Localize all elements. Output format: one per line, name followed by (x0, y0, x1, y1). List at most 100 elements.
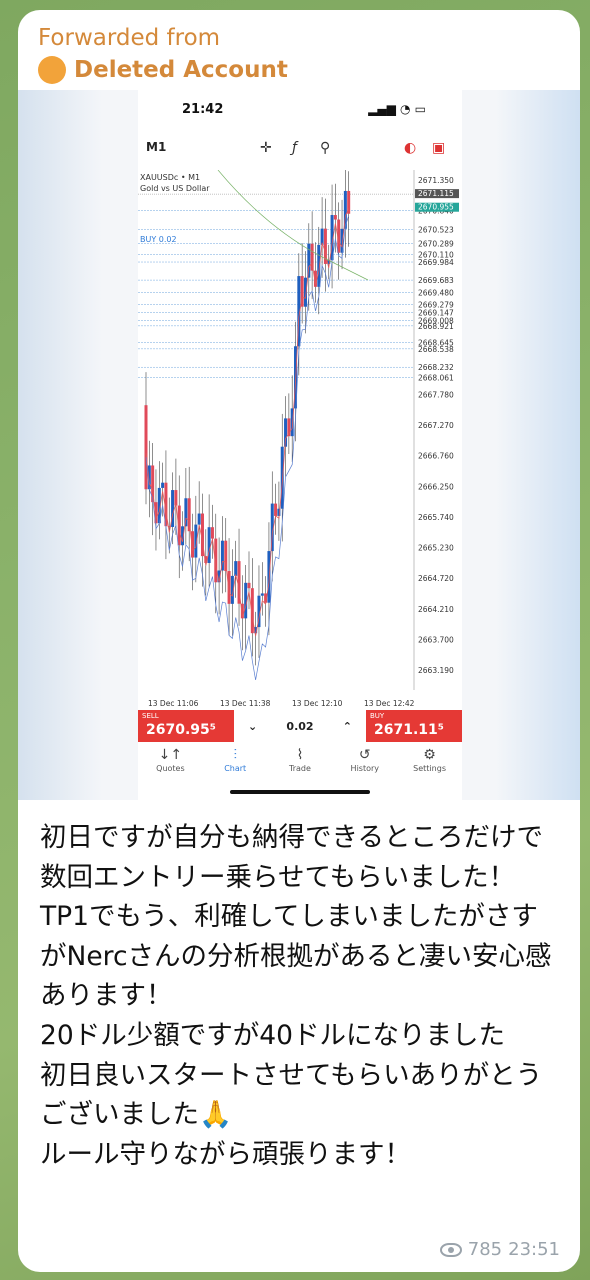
sell-price: 2670.95⁵ (146, 722, 216, 738)
price-tick-label: 2667.780 (418, 390, 454, 399)
candle-body (310, 243, 314, 271)
crosshair-icon: ✛ (260, 140, 272, 156)
buy-label: BUY (370, 712, 385, 720)
lot-decrease-icon[interactable]: ⌄ (248, 720, 257, 733)
message-time: 23:51 (508, 1239, 560, 1260)
sell-label: SELL (142, 712, 159, 720)
price-tick-label: 2666.250 (418, 482, 454, 491)
buy-order-label: BUY 0.02 (140, 235, 177, 244)
candle-body (227, 571, 231, 604)
candle-body (161, 482, 165, 488)
tab-quotes[interactable]: ↓↑ Quotes (138, 746, 202, 786)
time-tick-label: 13 Dec 11:38 (220, 699, 271, 708)
price-tick-label: 2663.700 (418, 635, 454, 644)
tab-label: Chart (224, 764, 247, 773)
signal-wifi-battery-icon: ▂▄▆ ◔ ▭ (368, 102, 426, 116)
phone-screen: 21:42 ▂▄▆ ◔ ▭ M1 ✛ ƒ ⚲ ◐ ▣ XAUUSDc • M1 … (138, 90, 462, 800)
price-tick-label: 2668.061 (418, 374, 454, 383)
trade-tab-icon: ⌇ (296, 747, 304, 763)
candle-body (274, 503, 278, 516)
color-icon: ◐ (404, 140, 417, 156)
price-tick-label: 2670.289 (418, 240, 454, 249)
forwarded-label: Forwarded from (38, 25, 221, 51)
price-tick-label: 2670.523 (418, 226, 454, 235)
price-tick-label: 2669.984 (418, 258, 454, 267)
candle-body (174, 490, 178, 506)
candle-body (247, 582, 251, 589)
price-tick-label: 2665.740 (418, 513, 454, 522)
avatar-icon (38, 56, 66, 84)
screenshot-image[interactable]: 21:42 ▂▄▆ ◔ ▭ M1 ✛ ƒ ⚲ ◐ ▣ XAUUSDc • M1 … (18, 90, 580, 800)
sell-button[interactable]: SELL 2670.95⁵ (138, 710, 234, 742)
price-chart: XAUUSDc • M1 Gold vs US Dollar BUY 0.02 … (138, 170, 462, 790)
forwarded-account[interactable]: Deleted Account (38, 54, 288, 86)
objects-icon: ⚲ (320, 140, 331, 156)
candle-body (224, 540, 228, 572)
tab-label: History (350, 764, 380, 773)
candlestick-plot: BUY 0.02 2671.3502670.8402670.5232670.28… (138, 170, 459, 708)
time-tick-label: 13 Dec 12:42 (364, 699, 415, 708)
indicator-icon: ƒ (292, 140, 297, 156)
ask-tag-label: 2670.955 (418, 203, 454, 212)
status-time: 21:42 (182, 102, 224, 117)
settings-icon: ⚙ (423, 747, 436, 763)
time-tick-label: 13 Dec 12:10 (292, 699, 343, 708)
candle-body (197, 513, 201, 525)
candle-body (234, 561, 238, 576)
price-tick-label: 2665.230 (418, 544, 454, 553)
candle-body (207, 527, 211, 563)
ma-red-line (145, 208, 350, 637)
lot-stepper[interactable]: ⌄ 0.02 ⌃ (234, 710, 366, 742)
price-tick-label: 2666.760 (418, 452, 454, 461)
forwarded-header[interactable]: Forwarded from Deleted Account (38, 22, 288, 86)
buy-price: 2671.11⁵ (374, 722, 444, 738)
time-tick-label: 13 Dec 11:06 (148, 699, 199, 708)
candle-body (280, 446, 284, 509)
tab-history[interactable]: ↺ History (333, 746, 397, 786)
tab-label: Quotes (156, 764, 185, 773)
price-tick-label: 2668.921 (418, 322, 454, 331)
message-meta: 785 23:51 (439, 1239, 560, 1260)
price-tick-label: 2664.210 (418, 605, 454, 614)
account-name: Deleted Account (74, 57, 288, 83)
lot-value: 0.02 (286, 719, 314, 733)
price-tick-label: 2663.190 (418, 666, 454, 675)
tab-trade[interactable]: ⌇ Trade (268, 746, 332, 786)
trade-panel: SELL 2670.95⁵ ⌄ 0.02 ⌃ BUY 2671.11⁵ (138, 710, 462, 742)
tab-label: Settings (413, 764, 446, 773)
candle-body (333, 215, 337, 220)
trade-icon: ▣ (432, 140, 446, 156)
home-indicator (230, 790, 370, 794)
status-bar: 21:42 ▂▄▆ ◔ ▭ (138, 102, 462, 126)
price-tick-label: 2669.480 (418, 288, 454, 297)
price-tick-label: 2671.350 (418, 176, 454, 185)
candle-body (187, 498, 191, 532)
price-tick-label: 2664.720 (418, 574, 454, 583)
price-tick-label: 2668.232 (418, 363, 454, 372)
candle-body (144, 405, 148, 490)
lot-increase-icon[interactable]: ⌃ (343, 720, 352, 733)
bid-tag-label: 2671.115 (418, 189, 454, 198)
views-icon (439, 1242, 462, 1257)
view-count: 785 (467, 1239, 503, 1260)
tab-settings[interactable]: ⚙ Settings (398, 746, 462, 786)
candle-body (210, 527, 214, 539)
quotes-icon: ↓↑ (158, 747, 183, 763)
price-tick-label: 2667.270 (418, 421, 454, 430)
chart-toolbar: M1 ✛ ƒ ⚲ ◐ ▣ (138, 140, 462, 168)
candle-body (260, 593, 264, 596)
chart-icon: ⫶ (233, 747, 237, 763)
tab-label: Trade (289, 764, 311, 773)
candle-body (184, 498, 188, 527)
message-text: 初日ですが自分も納得できるところだけで数回エントリー乗らせてもらいました！TP1… (40, 822, 552, 1170)
buy-button[interactable]: BUY 2671.11⁵ (366, 710, 462, 742)
message-bubble: Forwarded from Deleted Account 21:42 ▂▄▆… (18, 10, 580, 1272)
tab-chart[interactable]: ⫶ Chart (203, 746, 267, 786)
bottom-tabs: ↓↑ Quotes ⫶ Chart ⌇ Trade ↺ History ⚙ Setting… (138, 746, 462, 786)
candle-body (303, 277, 307, 307)
history-icon: ↺ (358, 747, 371, 763)
price-tick-label: 2669.683 (418, 276, 454, 285)
price-tick-label: 2668.538 (418, 345, 454, 354)
timeframe-label: M1 (146, 140, 167, 154)
candle-body (320, 228, 324, 245)
